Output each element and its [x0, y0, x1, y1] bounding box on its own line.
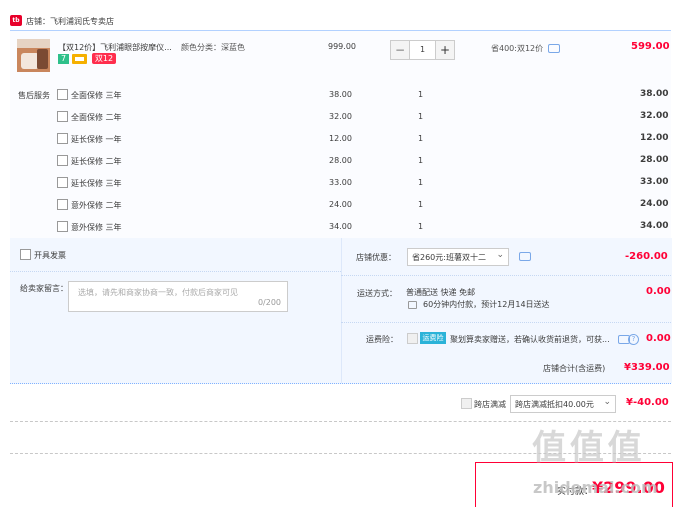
service-price: 12.00 [329, 134, 352, 143]
shop-promo-label: 店铺优惠： [356, 253, 396, 262]
badge-7day-icon: 7 [58, 54, 69, 64]
shop-total-label: 店铺合计(含运费) [543, 364, 606, 373]
service-name: 意外保修 三年 [71, 223, 122, 232]
delivery-method: 普通配送 快递 免邮 [406, 288, 476, 297]
invoice-checkbox[interactable] [20, 249, 31, 260]
service-total: 24.00 [640, 199, 669, 209]
credit-card-icon [72, 54, 87, 64]
service-checkbox[interactable] [57, 89, 68, 100]
message-label: 给卖家留言： [20, 284, 68, 293]
product-spec: 颜色分类：深蓝色 [181, 43, 245, 52]
cross-shop-label: 跨店满减 [474, 400, 506, 409]
clock-icon [408, 301, 417, 309]
shop-name[interactable]: 店铺：飞利浦润氏专卖店 [26, 16, 114, 27]
insurance-text: 聚划算卖家赠送，若确认收货前退货，可获... [450, 335, 610, 344]
service-qty: 1 [418, 178, 424, 187]
shop-total-amount: ¥339.00 [624, 362, 670, 373]
service-name: 全面保修 三年 [71, 91, 122, 100]
service-name: 意外保修 二年 [71, 201, 122, 210]
service-qty: 1 [418, 90, 424, 99]
service-qty: 1 [418, 222, 424, 231]
shop-promo-value: 省260元:班薯双十二 [412, 253, 486, 262]
service-qty: 1 [418, 134, 424, 143]
help-icon[interactable]: ? [628, 334, 639, 345]
service-total: 28.00 [640, 155, 669, 165]
service-qty: 1 [418, 156, 424, 165]
service-checkbox[interactable] [57, 177, 68, 188]
service-checkbox[interactable] [57, 133, 68, 144]
insurance-checkbox[interactable] [407, 333, 418, 344]
chevron-down-icon: ⌄ [496, 250, 504, 260]
product-discount: 省400:双12价 [491, 44, 544, 53]
delivery-eta: 60分钟内付款，预计12月14日送达 [423, 300, 550, 309]
service-name: 延长保修 三年 [71, 179, 122, 188]
service-qty: 1 [418, 200, 424, 209]
watermark-logo: 值 值 值 [532, 428, 642, 468]
service-price: 24.00 [329, 200, 352, 209]
chat-icon[interactable] [548, 44, 560, 53]
invoice-label: 开具发票 [34, 251, 66, 260]
service-total: 33.00 [640, 177, 669, 187]
service-total: 32.00 [640, 111, 669, 121]
service-name: 全面保修 二年 [71, 113, 122, 122]
quantity-input[interactable]: 1 [410, 41, 435, 59]
chat-icon[interactable] [519, 252, 531, 261]
decrease-button[interactable]: − [391, 41, 410, 59]
delivery-label: 运送方式： [357, 289, 397, 298]
service-total: 38.00 [640, 89, 669, 99]
watermark-domain: zhidemai.com [533, 478, 658, 497]
cross-shop-value: 跨店满减抵扣40.00元 [515, 400, 594, 409]
service-price: 33.00 [329, 178, 352, 187]
cross-shop-select[interactable]: 跨店满减抵扣40.00元 ⌄ [510, 395, 616, 413]
service-checkbox[interactable] [57, 111, 68, 122]
service-total: 34.00 [640, 221, 669, 231]
message-input[interactable]: 选填，请先和商家协商一致，付款后商家可见 0/200 [68, 281, 288, 312]
service-name: 延长保修 一年 [71, 135, 122, 144]
product-title[interactable]: 【双12价】飞利浦眼部按摩仪... [58, 42, 172, 53]
shop-promo-select[interactable]: 省260元:班薯双十二 ⌄ [407, 248, 509, 266]
product-total: 599.00 [631, 41, 670, 52]
cross-shop-amount: ¥-40.00 [626, 397, 669, 408]
product-thumbnail[interactable] [17, 39, 50, 72]
shop-icon: tb [10, 15, 22, 26]
service-qty: 1 [418, 112, 424, 121]
service-total: 12.00 [640, 133, 669, 143]
insurance-amount: 0.00 [646, 333, 671, 344]
product-unit-price: 999.00 [328, 42, 356, 51]
service-price: 38.00 [329, 90, 352, 99]
service-price: 28.00 [329, 156, 352, 165]
service-name: 延长保修 二年 [71, 157, 122, 166]
increase-button[interactable]: + [435, 41, 454, 59]
service-checkbox[interactable] [57, 155, 68, 166]
double12-badge: 双12 [92, 53, 116, 64]
cross-shop-checkbox[interactable] [461, 398, 472, 409]
service-checkbox[interactable] [57, 221, 68, 232]
insurance-tag: 运费险 [420, 332, 446, 344]
services-label: 售后服务 [18, 91, 50, 100]
message-placeholder: 选填，请先和商家协商一致，付款后商家可见 [78, 288, 238, 297]
chevron-down-icon: ⌄ [603, 397, 611, 407]
insurance-label: 运费险： [366, 335, 398, 344]
quantity-stepper: − 1 + [390, 40, 455, 60]
service-price: 32.00 [329, 112, 352, 121]
message-counter: 0/200 [257, 298, 281, 307]
service-price: 34.00 [329, 222, 352, 231]
shop-promo-amount: -260.00 [625, 251, 668, 262]
service-checkbox[interactable] [57, 199, 68, 210]
delivery-amount: 0.00 [646, 286, 671, 297]
